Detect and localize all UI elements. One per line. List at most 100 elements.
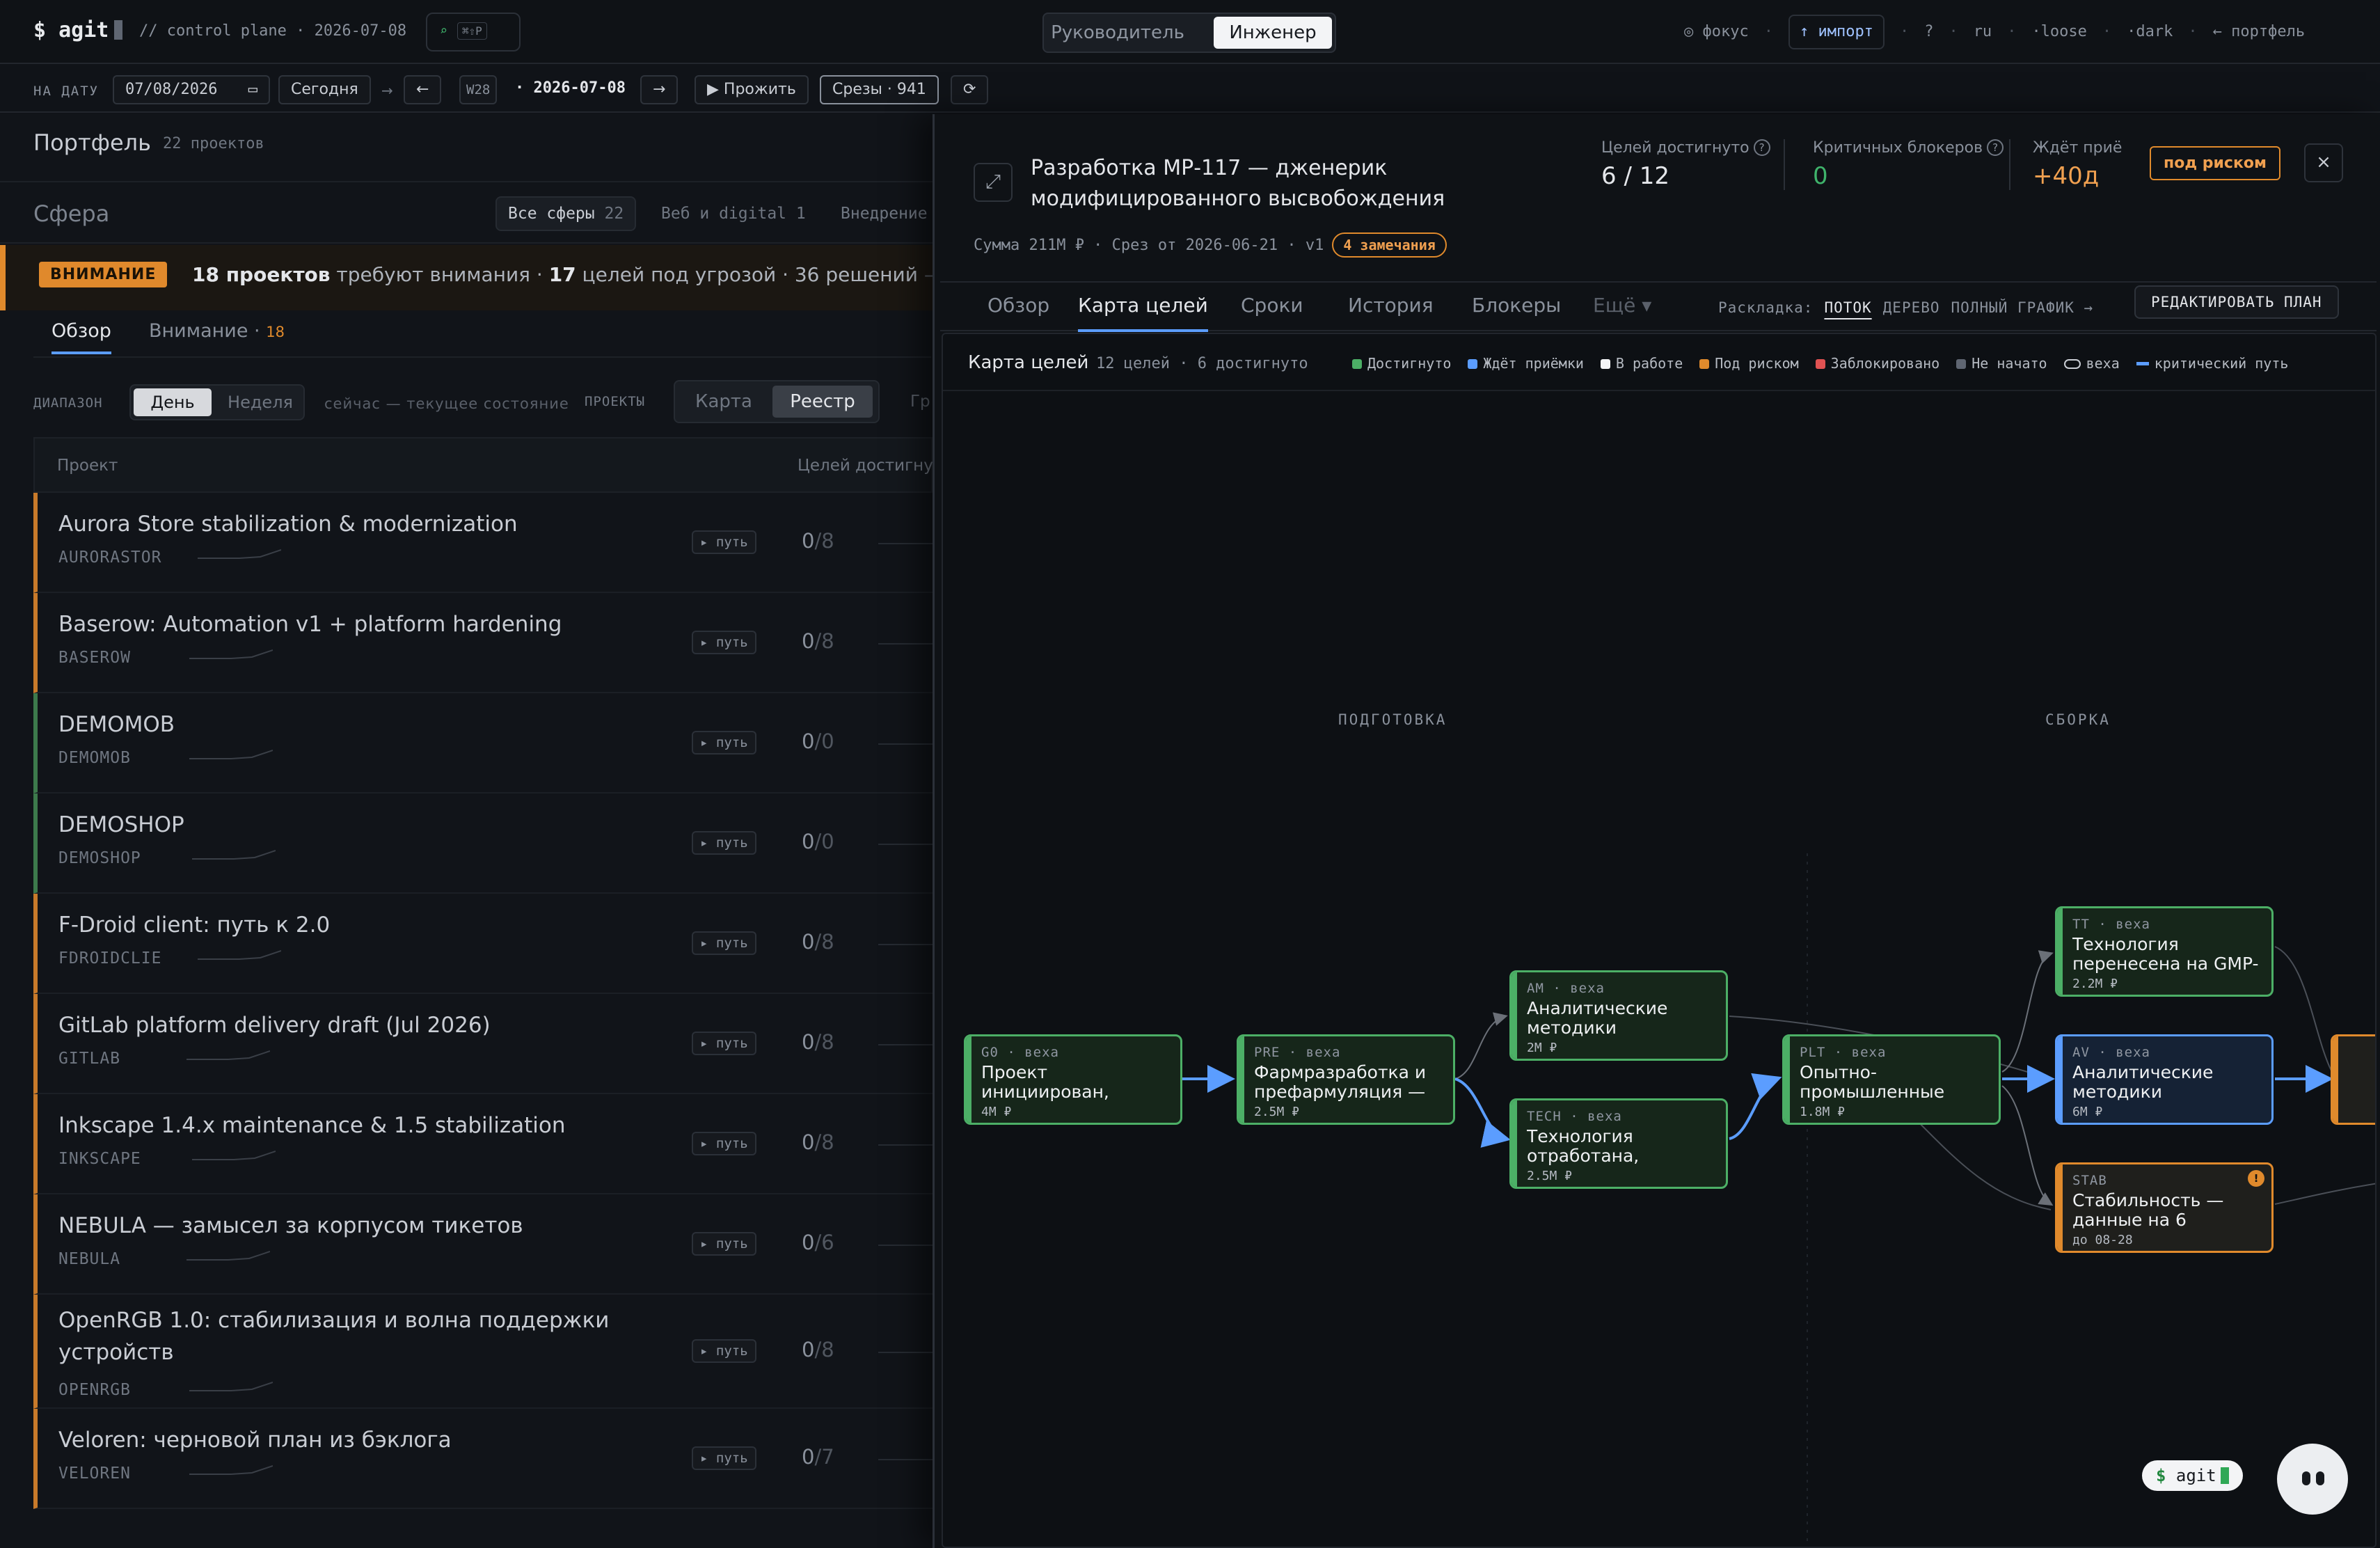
close-icon[interactable]: × [2304, 143, 2343, 182]
focus-toggle[interactable]: ◎ фокус [1684, 14, 1749, 50]
sphere-web-count: 1 [795, 205, 806, 223]
layout-tree[interactable]: ДЕРЕВО [1883, 299, 1940, 316]
progress-track [878, 1352, 941, 1353]
assistant-bubble[interactable]: $ agit [2142, 1460, 2243, 1491]
remarks-badge[interactable]: 4 замечания [1332, 232, 1447, 258]
table-row[interactable]: F-Droid client: путь к 2.0 FDROIDCLIE ▸ пу… [33, 894, 941, 994]
column-goals[interactable]: Целей достигнуто [798, 457, 952, 475]
edit-plan-button[interactable]: РЕДАКТИРОВАТЬ ПЛАН [2134, 285, 2339, 319]
prev-week-button[interactable]: ← [404, 75, 442, 104]
path-button[interactable]: ▸ путь [692, 1132, 756, 1155]
table-row[interactable]: GitLab platform delivery draft (Jul 2026… [33, 994, 941, 1094]
node-title: Технология отработана, масштаб… [1527, 1127, 1640, 1166]
tab-history[interactable]: История [1348, 294, 1434, 329]
table-row[interactable]: Baserow: Automation v1 + platform harden… [33, 593, 941, 693]
goal-node-am[interactable]: AM · веха Аналитические методики разрабо… [1509, 970, 1728, 1061]
goal-node-stab[interactable]: STAB Стабильность — данные на 6 месяцев…… [2055, 1162, 2274, 1253]
path-button[interactable]: ▸ путь [692, 1232, 756, 1256]
play-button[interactable]: ▶ Прожить [695, 75, 809, 104]
range-day[interactable]: День [134, 388, 212, 416]
path-button[interactable]: ▸ путь [692, 831, 756, 855]
sphere-filter-impl[interactable]: Внедрение [841, 198, 928, 230]
path-button[interactable]: ▸ путь [692, 1032, 756, 1055]
language-toggle[interactable]: ru [1974, 14, 1992, 50]
tab-blockers[interactable]: Блокеры [1472, 294, 1561, 329]
sphere-filter-all[interactable]: Все сферы 22 [495, 196, 637, 231]
theme-toggle[interactable]: ·dark [2127, 14, 2173, 50]
goals-done: 0 [802, 930, 815, 954]
column-project[interactable]: Проект [57, 457, 118, 475]
project-name[interactable]: DEMOSHOP [58, 809, 685, 841]
risk-badge: под риском [2150, 146, 2280, 180]
path-button[interactable]: ▸ путь [692, 1339, 756, 1363]
goal-node-pre[interactable]: PRE · веха Фармразработка и префармуляци… [1237, 1034, 1455, 1125]
calendar-icon[interactable]: ▭ [248, 77, 257, 103]
import-button[interactable]: ↑ импорт [1788, 15, 1885, 49]
table-row[interactable]: Inkscape 1.4.x maintenance & 1.5 stabili… [33, 1094, 941, 1194]
nav-separator: · [1899, 23, 1910, 40]
help-icon[interactable]: ? [1753, 139, 1770, 156]
range-note: сейчас — текущее состояние [324, 395, 569, 412]
table-row[interactable]: OpenRGB 1.0: стабилизация и волна поддер… [33, 1295, 941, 1409]
density-toggle[interactable]: ·loose [2031, 14, 2086, 50]
goal-node-cutoff[interactable] [2331, 1034, 2375, 1125]
view-registry[interactable]: Реестр [772, 386, 873, 418]
tab-overview-detail[interactable]: Обзор [987, 294, 1049, 329]
project-name[interactable]: Inkscape 1.4.x maintenance & 1.5 stabili… [58, 1109, 685, 1142]
project-meta: Сумма 211М ₽ · Срез от 2026-06-21 · v1 4 … [974, 232, 1447, 258]
goals-count: 0/8 [802, 1130, 834, 1154]
project-name[interactable]: Aurora Store stabilization & modernizati… [58, 508, 685, 540]
portfolio-link[interactable]: ← портфель [2213, 14, 2305, 50]
project-name[interactable]: OpenRGB 1.0: стабилизация и волна поддер… [58, 1304, 685, 1368]
help-icon[interactable]: ? [1987, 139, 2004, 156]
range-week[interactable]: Неделя [221, 388, 299, 416]
path-button[interactable]: ▸ путь [692, 631, 756, 654]
project-name[interactable]: GitLab platform delivery draft (Jul 2026… [58, 1009, 685, 1041]
assistant-avatar[interactable] [2277, 1444, 2348, 1515]
sphere-filter-web[interactable]: Веб и digital 1 [661, 198, 806, 230]
goal-node-g0[interactable]: G0 · веха Проект инициирован, целевой пр… [964, 1034, 1182, 1125]
app-logo[interactable]: $ agit [33, 18, 123, 42]
layout-full-chart[interactable]: ПОЛНЫЙ ГРАФИК → [1951, 299, 2094, 316]
project-name[interactable]: NEBULA — замысел за корпусом тикетов [58, 1210, 685, 1242]
table-row[interactable]: Veloren: черновой план из бэклога VELOREN… [33, 1409, 941, 1509]
command-palette-button[interactable]: ⌕ ⌘⇧P [426, 13, 521, 52]
role-tab-lead[interactable]: Руководитель [1048, 17, 1187, 49]
path-button[interactable]: ▸ путь [692, 931, 756, 955]
table-row[interactable]: DEMOMOB DEMOMOB ▸ путь 0/0 [33, 693, 941, 793]
tab-goal-map[interactable]: Карта целей [1078, 294, 1208, 332]
tab-timeline[interactable]: Сроки [1241, 294, 1303, 329]
tab-attention[interactable]: Внимание · 18 [149, 320, 285, 352]
help-button[interactable]: ? [1924, 14, 1933, 50]
table-row[interactable]: Aurora Store stabilization & modernizati… [33, 493, 941, 593]
slices-button[interactable]: Срезы · 941 [820, 75, 939, 104]
table-row[interactable]: DEMOSHOP DEMOSHOP ▸ путь 0/0 [33, 793, 941, 894]
next-week-button[interactable]: → [640, 75, 679, 104]
layout-flow[interactable]: ПОТОК [1824, 299, 1871, 316]
tab-more[interactable]: Ещё ▾ [1593, 294, 1651, 329]
path-button[interactable]: ▸ путь [692, 731, 756, 755]
goal-node-plt[interactable]: PLT · веха Опытно-промышленные серии нар… [1782, 1034, 2001, 1125]
project-name[interactable]: DEMOMOB [58, 709, 685, 741]
activity-sparkline [187, 1251, 270, 1261]
role-tab-engineer[interactable]: Инженер [1214, 17, 1332, 49]
goal-node-av[interactable]: AV · веха Аналитические методики валидир… [2055, 1034, 2274, 1125]
project-name[interactable]: Baserow: Automation v1 + platform harden… [58, 608, 685, 640]
expand-icon[interactable]: ⤢ [974, 163, 1013, 202]
view-more[interactable]: Гр [910, 393, 930, 411]
kpi-blockers-label: Критичных блокеров [1813, 139, 1983, 157]
today-button[interactable]: Сегодня [278, 75, 371, 104]
table-row[interactable]: NEBULA — замысел за корпусом тикетов NEBU… [33, 1194, 941, 1295]
tab-overview[interactable]: Обзор [51, 320, 111, 354]
view-map[interactable]: Карта [681, 386, 767, 418]
refresh-icon[interactable]: ⟳ [951, 75, 989, 104]
goal-node-tt[interactable]: TT · веха Технология перенесена на GMP-п… [2055, 906, 2274, 997]
avatar-eye-left [2302, 1471, 2310, 1485]
path-button[interactable]: ▸ путь [692, 530, 756, 554]
goal-node-tech[interactable]: TECH · веха Технология отработана, масшт… [1509, 1098, 1728, 1189]
project-name[interactable]: F-Droid client: путь к 2.0 [58, 909, 685, 941]
attention-banner: ВНИМАНИЕ 18 проектов требуют внимания · … [0, 245, 963, 310]
date-input[interactable]: 07/08/2026 ▭ [113, 75, 270, 104]
path-button[interactable]: ▸ путь [692, 1446, 756, 1470]
project-name[interactable]: Veloren: черновой план из бэклога [58, 1424, 685, 1456]
